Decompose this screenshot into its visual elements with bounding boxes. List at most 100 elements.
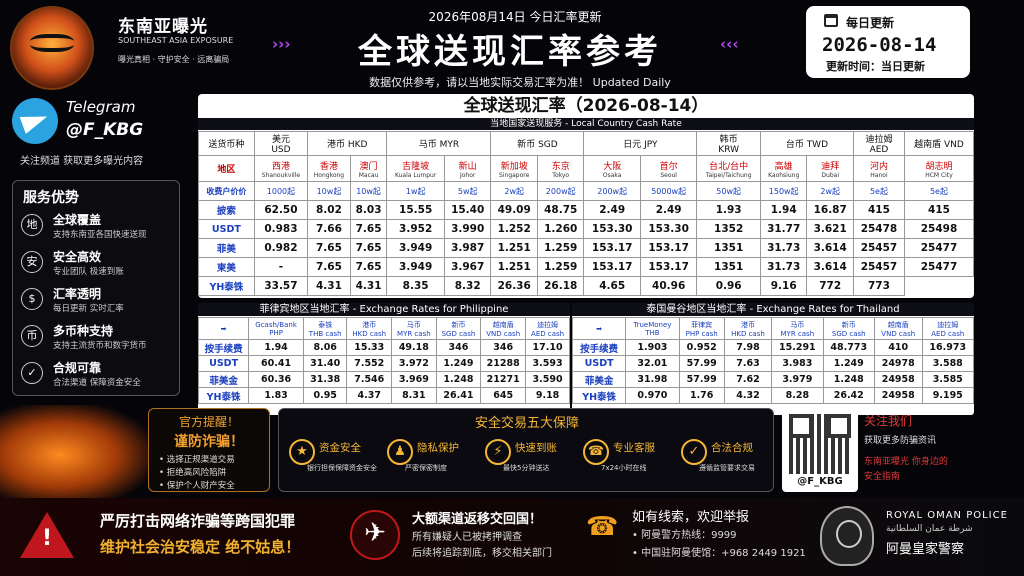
safety-icon: ⚡ xyxy=(485,439,511,465)
rate-cell: 7.98 xyxy=(723,339,773,356)
fee-cell: 1000起 xyxy=(253,181,309,201)
safety-title: 快速到账 xyxy=(515,442,557,454)
rate-cell: 3.967 xyxy=(443,257,492,277)
rate-cell: 32.01 xyxy=(625,355,680,372)
service-icon: 安 xyxy=(21,251,43,273)
rate-cell: 8.28 xyxy=(771,387,824,404)
warning-line2: 谨防诈骗！ xyxy=(174,434,244,450)
rate-cell: 57.99 xyxy=(678,371,725,388)
safety-desc: 最快5分钟送达 xyxy=(503,464,550,472)
report-line1: 如有线索，欢迎举报 xyxy=(632,510,750,525)
rate-cell: 4.31 xyxy=(349,276,388,296)
rate-cell: 49.18 xyxy=(391,339,437,356)
safety-title: 合法合规 xyxy=(711,442,753,454)
rate-cell: 31.40 xyxy=(302,355,348,372)
rate-cell: 2.49 xyxy=(639,200,698,220)
service-item: ✓ 合规可靠合法渠道 保障资金安全 xyxy=(21,359,177,395)
airplane-icon xyxy=(350,510,400,560)
row-label: 菲美 xyxy=(198,238,255,258)
rate-cell: 0.983 xyxy=(253,219,309,239)
philippine-title: 菲律宾地区当地汇率 - Exchange Rates for Philippin… xyxy=(198,303,570,316)
date-box-date: 2026-08-14 xyxy=(822,34,937,56)
safety-title: 安全交易五大保障 xyxy=(474,416,579,431)
rate-cell: 9.18 xyxy=(525,387,570,404)
qr-block[interactable]: @F_KBG xyxy=(782,410,858,492)
fee-cell: 2w起 xyxy=(806,181,854,201)
safety-item: ★ 资金安全 银行担保保障资金安全 xyxy=(285,435,381,489)
main-rate-table: 送货币种 美元 USD 港币 HKD 马币 MYR 新币 SGD 日元 JPY 韩币 KRW… xyxy=(198,131,975,296)
table-row: 菲美金 60.36 31.38 7.546 3.969 1.248 21271 3.590 xyxy=(197,371,570,388)
rate-cell: 8.35 xyxy=(386,276,445,296)
safety-item: ♟ 隐私保护 严密保密制度 xyxy=(383,435,479,489)
location-cell: 澳门 Macau xyxy=(349,155,388,182)
tiger-logo-icon xyxy=(10,6,94,90)
table-row: YH泰铢 1.83 0.95 4.37 8.31 26.41 645 9.18 xyxy=(197,387,570,404)
rate-cell: 25457 xyxy=(852,257,905,277)
fee-cell: 200w起 xyxy=(583,181,641,201)
report-embassy: • 中国驻阿曼使馆：+968 2449 1921 xyxy=(632,548,806,559)
follow-tag2: 安全指南 xyxy=(864,472,901,482)
rate-cell: 1.249 xyxy=(822,355,875,372)
safety-item: ✓ 合法合规 遵循监管要求交易 xyxy=(677,435,773,489)
telegram-block[interactable]: Telegram @F_KBG 关注频道 获取更多曝光内容 xyxy=(10,96,190,167)
rate-cell: 48.773 xyxy=(822,339,875,356)
location-cn: 香港 xyxy=(319,161,338,172)
rate-cell: 24978 xyxy=(873,355,923,372)
rate-cell: 16.87 xyxy=(806,200,854,220)
rate-cell: 3.588 xyxy=(921,355,975,372)
rate-cell: 3.990 xyxy=(443,219,492,239)
rate-cell: 31.73 xyxy=(759,238,808,258)
top-date: 2026年08月14日 今日汇率更新 xyxy=(428,10,602,24)
sub-header-row: ➡ TrueMoney THB 菲律宾 PHP cash 港币 HKD cash 马币 … xyxy=(571,317,975,340)
warning-item: • 拒绝高风险陷阱 xyxy=(159,468,227,478)
rate-cell: 153.30 xyxy=(583,219,641,239)
service-icon: ✓ xyxy=(21,362,43,384)
rate-cell: 1352 xyxy=(696,219,761,239)
rate-cell: 773 xyxy=(852,276,905,296)
table-row: 按手续费 1.903 0.952 7.98 15.291 48.773 410 16.973 xyxy=(571,339,975,356)
fee-cell: 10w起 xyxy=(349,181,388,201)
safety-desc: 7x24小时在线 xyxy=(601,464,647,472)
main-table-title: 全球送现汇率（2026-08-14） xyxy=(463,96,709,116)
table-row: 按手续费 1.94 8.06 15.33 49.18 346 346 17.10 xyxy=(197,339,570,356)
fee-cell: 5w起 xyxy=(443,181,492,201)
location-cn: 台北/台中 xyxy=(709,161,749,172)
safety-icon: ✓ xyxy=(681,439,707,465)
rate-cell: 48.75 xyxy=(536,200,585,220)
warning-item: • 保护个人财产安全 xyxy=(159,481,235,491)
location-cell: 胡志明 HCM City xyxy=(903,155,975,182)
fee-cell: 50w起 xyxy=(696,181,761,201)
rate-cell: 15.40 xyxy=(443,200,492,220)
rate-cell: 8.06 xyxy=(302,339,348,356)
date-box-heading: 每日更新 xyxy=(846,16,895,30)
rate-cell: 0.95 xyxy=(302,387,348,404)
fee-cell: 5e起 xyxy=(852,181,905,201)
telegram-handle[interactable]: @F_KBG xyxy=(66,120,143,140)
phone-icon: ☎ xyxy=(586,512,619,542)
rate-cell: 40.96 xyxy=(639,276,698,296)
currency-header: 马币 MYR xyxy=(386,131,492,156)
location-cn: 河内 xyxy=(869,161,888,172)
fee-cell: 10w起 xyxy=(307,181,351,201)
rate-cell: 772 xyxy=(806,276,854,296)
table-row: 披索 62.50 8.02 8.03 15.55 15.40 49.09 48.75 2.49 2… xyxy=(198,200,975,220)
safety-title: 资金安全 xyxy=(319,442,361,454)
rate-cell: 25478 xyxy=(852,219,905,239)
rate-cell: 60.41 xyxy=(248,355,304,372)
date-box-update: 更新时间：当日更新 xyxy=(826,60,925,73)
service-title: 合规可靠 xyxy=(53,361,102,375)
qr-code-icon[interactable] xyxy=(789,414,851,474)
location-cn: 首尔 xyxy=(659,161,678,172)
crime-line2: 维护社会治安稳定 绝不姑息！ xyxy=(100,538,301,556)
rate-cell: 7.552 xyxy=(346,355,393,372)
sub-header: 迪拉姆 AED cash xyxy=(921,317,975,340)
service-desc: 合法渠道 保障资金安全 xyxy=(53,378,141,388)
service-icon: $ xyxy=(21,288,43,310)
date-box: 每日更新 2026-08-14 更新时间：当日更新 xyxy=(806,6,970,78)
telegram-icon[interactable] xyxy=(12,98,58,144)
brand-en: SOUTHEAST ASIA EXPOSURE xyxy=(118,36,234,45)
safety-title: 专业客服 xyxy=(613,442,655,454)
rate-cell: 4.32 xyxy=(723,387,773,404)
police-cn: 阿曼皇家警察 xyxy=(886,542,965,557)
sub-header: 新币 SGD cash xyxy=(822,317,875,340)
